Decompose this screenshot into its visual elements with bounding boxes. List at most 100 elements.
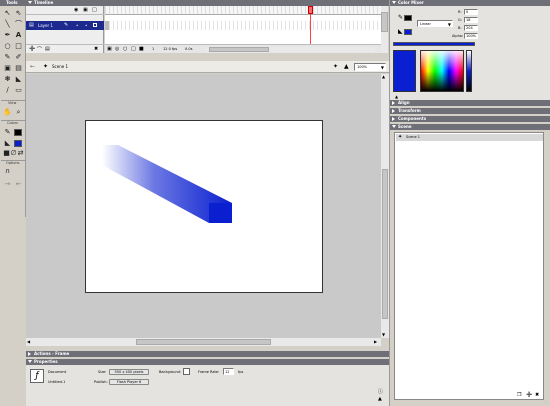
publish-settings-button[interactable]: Flash Player 6 xyxy=(109,379,149,385)
frames-area[interactable]: ▣ ◎ ○ □ ■ 1 12.0 fps 0.0s xyxy=(105,6,381,53)
pencil-tool-icon[interactable]: ✎ xyxy=(3,53,12,62)
insert-layer-icon[interactable]: ➕ xyxy=(29,46,35,52)
stage[interactable] xyxy=(85,120,323,293)
components-panel-header[interactable]: Components xyxy=(390,116,550,122)
stage-hscroll-thumb[interactable] xyxy=(136,339,271,345)
alpha-input[interactable]: 100% xyxy=(464,33,478,39)
layer-row[interactable]: ▤ Layer 1 ✎ • • xyxy=(26,21,104,30)
size-button[interactable]: 550 x 400 pixels xyxy=(109,369,149,375)
insert-folder-icon[interactable]: ▤ xyxy=(45,46,50,52)
hand-tool-icon[interactable]: ✋ xyxy=(3,108,12,117)
stage-vscroll-thumb[interactable] xyxy=(382,169,388,319)
eye-icon[interactable]: ◉ xyxy=(74,7,78,13)
delete-layer-icon[interactable]: ✖ xyxy=(94,46,98,52)
lock-dot[interactable]: • xyxy=(85,23,87,28)
fill-bucket-icon[interactable]: ◣ xyxy=(398,28,403,35)
timeline-hscroll[interactable] xyxy=(205,47,375,52)
edit-scene-icon[interactable]: ✦ xyxy=(333,63,338,70)
ink-bottle-tool-icon[interactable]: ❃ xyxy=(3,75,12,84)
b-input[interactable]: 204 xyxy=(464,25,478,31)
scroll-right-icon[interactable]: ▶ xyxy=(374,339,377,344)
tools-header[interactable]: Tools xyxy=(0,0,26,6)
zoom-tool-icon[interactable]: ⌕ xyxy=(14,108,23,117)
eyedropper-tool-icon[interactable]: ∕ xyxy=(3,86,12,95)
playhead-handle[interactable] xyxy=(308,6,313,14)
g-input[interactable]: 18 xyxy=(464,17,478,23)
transform-panel-header[interactable]: Transform xyxy=(390,108,550,114)
scene-panel-header[interactable]: Scene xyxy=(390,124,550,130)
fill-style-select[interactable]: Linear ▼ xyxy=(417,20,453,27)
back-arrow-icon[interactable]: ← xyxy=(30,63,35,70)
snap-magnet-icon[interactable]: ∩ xyxy=(3,167,12,176)
scroll-down-icon[interactable]: ▼ xyxy=(382,332,385,337)
zoom-value: 100% xyxy=(357,65,368,69)
text-tool-icon[interactable]: A xyxy=(14,31,23,40)
stroke-pencil-icon[interactable]: ✎ xyxy=(398,14,403,21)
align-panel-header[interactable]: Align xyxy=(390,100,550,106)
add-scene-icon[interactable]: ➕ xyxy=(526,392,532,398)
scene-list-item[interactable]: ✦ Scene 1 xyxy=(396,134,543,141)
line-tool-icon[interactable]: ╲ xyxy=(3,20,12,29)
outline-box[interactable] xyxy=(93,23,97,27)
stroke-color-swatch[interactable] xyxy=(14,129,22,136)
paint-bucket-tool-icon[interactable]: ◣ xyxy=(14,75,23,84)
expand-panel-icon[interactable]: ▲ xyxy=(378,396,382,402)
smooth-option-icon[interactable]: → xyxy=(3,180,12,189)
subselect-tool-icon[interactable]: ⇖ xyxy=(14,9,23,18)
layer-name[interactable]: Layer 1 xyxy=(38,23,53,28)
outline-icon[interactable]: □ xyxy=(92,7,97,13)
r-input[interactable]: 0 xyxy=(464,9,478,15)
frame-ruler[interactable] xyxy=(105,6,381,15)
onion-skin-icon[interactable]: ◎ xyxy=(115,46,119,52)
actions-panel-header[interactable]: Actions - Frame xyxy=(26,351,389,357)
scroll-up-icon[interactable]: ▲ xyxy=(382,74,385,79)
edit-symbols-icon[interactable]: ▲ xyxy=(344,63,349,70)
gradient-definition-bar[interactable] xyxy=(393,42,475,46)
zoom-select[interactable]: 100% ▼ xyxy=(354,63,386,71)
hex-toggle-icon[interactable]: ▲ xyxy=(395,94,398,99)
color-spectrum[interactable] xyxy=(420,50,464,92)
stage-area[interactable] xyxy=(26,74,381,338)
help-icon[interactable]: ⓘ xyxy=(378,388,383,395)
oval-tool-icon[interactable]: ○ xyxy=(3,42,12,51)
lock-icon[interactable]: ▣ xyxy=(83,7,88,13)
free-transform-tool-icon[interactable]: ▣ xyxy=(3,64,12,73)
scroll-left-icon[interactable]: ◀ xyxy=(27,339,30,344)
fill-transform-tool-icon[interactable]: ▤ xyxy=(14,64,23,73)
center-frame-icon[interactable]: ▣ xyxy=(107,46,112,52)
gradient-shape[interactable] xyxy=(86,121,323,293)
frame-row[interactable] xyxy=(105,21,381,30)
fill-swatch[interactable] xyxy=(404,29,412,35)
timeline-hscroll-thumb[interactable] xyxy=(209,47,269,52)
modify-markers-icon[interactable]: ■ xyxy=(139,46,144,52)
duplicate-scene-icon[interactable]: ❐ xyxy=(517,392,521,398)
stroke-swatch[interactable] xyxy=(404,15,412,21)
stage-hscroll[interactable]: ◀ ▶ xyxy=(26,338,381,346)
edit-multiple-icon[interactable]: □ xyxy=(131,46,136,52)
delete-scene-icon[interactable]: ✖ xyxy=(535,392,539,398)
onion-outlines-icon[interactable]: ○ xyxy=(123,46,127,52)
eraser-tool-icon[interactable]: ▭ xyxy=(14,86,23,95)
swap-colors-icon[interactable]: ⇄ xyxy=(16,149,25,158)
fill-color-icon[interactable]: ◣ xyxy=(3,139,12,148)
stage-vscroll[interactable]: ▲ ▼ xyxy=(381,74,389,338)
rectangle-tool-icon[interactable]: □ xyxy=(14,42,23,51)
stroke-color-icon[interactable]: ✎ xyxy=(3,128,12,137)
brightness-slider[interactable] xyxy=(466,50,472,92)
lasso-tool-icon[interactable]: ⌒ xyxy=(14,20,23,29)
frame-rate-input[interactable]: 12 xyxy=(223,368,234,375)
scene-item-label: Scene 1 xyxy=(406,135,421,139)
fill-color-swatch[interactable] xyxy=(14,140,22,147)
arrow-tool-icon[interactable]: ↖ xyxy=(3,9,12,18)
brush-tool-icon[interactable]: ✐ xyxy=(14,53,23,62)
add-guide-layer-icon[interactable]: ⌒ xyxy=(37,46,42,53)
visible-dot[interactable]: • xyxy=(76,23,78,28)
straighten-option-icon[interactable]: ← xyxy=(14,180,23,189)
timeline-vscroll-thumb[interactable] xyxy=(381,12,388,32)
background-color-swatch[interactable] xyxy=(183,368,190,375)
layer-controls: ➕ ⌒ ▤ ✖ xyxy=(26,44,104,53)
scene-name[interactable]: Scene 1 xyxy=(52,65,68,69)
keyframe-marker[interactable] xyxy=(105,21,109,30)
pen-tool-icon[interactable]: ✒ xyxy=(3,31,12,40)
timeline-vscroll[interactable] xyxy=(381,6,388,53)
